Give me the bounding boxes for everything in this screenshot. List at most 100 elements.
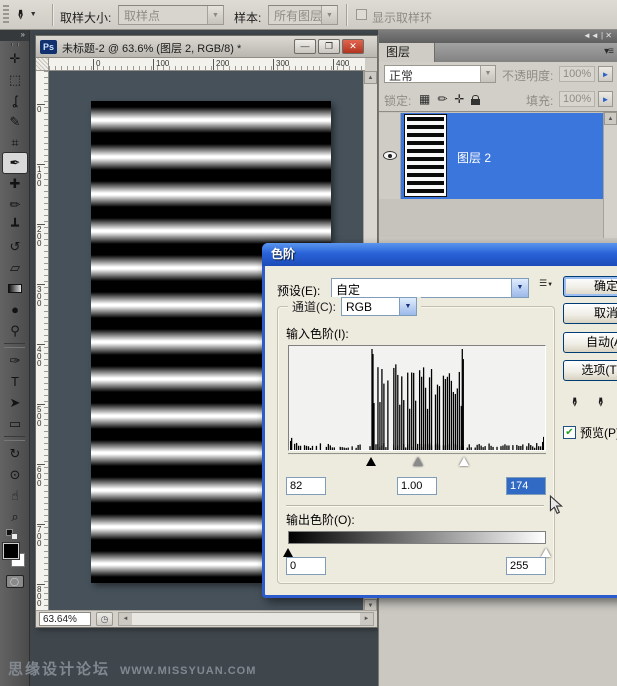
input-gamma-field[interactable]: 1.00 (397, 477, 437, 495)
layer-visibility-eye-icon[interactable] (383, 151, 397, 160)
auto-button[interactable]: 自动(A) (563, 332, 617, 353)
maximize-icon: ❐ (324, 41, 334, 51)
chevron-down-icon: ▼ (480, 66, 495, 82)
tool-dodge-tool[interactable]: ⚲ (0, 320, 30, 341)
ruler-tick-label: 500 (37, 404, 45, 428)
shadow-slider[interactable] (366, 457, 377, 466)
tool-type-tool[interactable]: T (0, 371, 30, 392)
tool-rectangle-tool[interactable]: ▭ (0, 413, 30, 434)
tool-crop-tool[interactable]: ⌗ (0, 132, 30, 153)
preset-options-button[interactable]: ☰▼ (537, 279, 555, 295)
preset-select[interactable]: 自定 ▼ (331, 278, 529, 298)
input-slider-track (288, 453, 546, 467)
scroll-up-icon[interactable]: ▲ (364, 71, 377, 84)
panel-menu-icon[interactable]: ▾≡ (604, 46, 614, 57)
check-icon: ✔ (565, 427, 574, 438)
tool-hand-tool[interactable]: ☝ (0, 485, 30, 506)
current-tool-button[interactable]: ✒ ▼ (12, 4, 48, 25)
lock-pixels-icon[interactable]: ✏ (437, 92, 447, 106)
gamma-slider[interactable] (412, 457, 423, 466)
scroll-left-icon[interactable]: ◄ (119, 613, 132, 625)
eyedropper-buttons: ✒ ✒ ✒ (563, 392, 617, 412)
tool-rectangular-marquee-tool[interactable]: ⬚ (0, 69, 30, 90)
tool-eraser-tool[interactable]: ▱ (0, 257, 30, 278)
blend-mode-select[interactable]: 正常 ▼ (384, 65, 496, 83)
tools-grip[interactable] (0, 41, 29, 48)
levels-group-box: 通道(C): RGB ▼ 输入色阶(I): 82 1.00 174 输出色阶(O… (277, 297, 555, 584)
lock-all-icon[interactable] (471, 94, 481, 105)
scroll-up-icon[interactable]: ▲ (604, 112, 617, 125)
color-swatches (0, 541, 29, 573)
output-shadow-slider[interactable] (283, 548, 293, 557)
close-button[interactable]: ✕ (342, 39, 364, 54)
sample-size-select[interactable]: 取样点 ▼ (118, 5, 224, 25)
maximize-button[interactable]: ❐ (318, 39, 340, 54)
cancel-button[interactable]: 取消 (563, 303, 617, 324)
lock-position-icon[interactable]: ✛ (454, 92, 464, 106)
ruler-tick-label: 400 (333, 59, 349, 70)
mouse-cursor (548, 494, 564, 518)
tool-move-tool[interactable]: ✛ (0, 48, 30, 69)
zoom-level-field[interactable]: 63.64% (39, 612, 91, 626)
tool-healing-brush-tool[interactable]: ✚ (0, 173, 30, 194)
menu-lines-icon: ☰ (538, 278, 548, 288)
output-highlight-slider[interactable] (541, 548, 551, 557)
output-highlight-field[interactable]: 255 (506, 557, 546, 575)
layers-scrollbar[interactable]: ▲ (603, 112, 617, 238)
black-point-eyedropper-icon[interactable]: ✒ (562, 393, 582, 411)
tool-clone-stamp-tool[interactable]: ┻ (0, 215, 30, 236)
tool-eyedropper-tool[interactable]: ✒ (3, 153, 27, 173)
layer-row[interactable]: 图层 2 (379, 113, 603, 199)
highlight-slider[interactable] (458, 457, 469, 466)
dialog-body: 预设(E): 自定 ▼ ☰▼ 通道(C): RGB ▼ 输入色阶(I): 82 … (265, 266, 617, 595)
input-highlight-field[interactable]: 174 (506, 477, 546, 495)
fill-value[interactable]: 100% (559, 91, 595, 107)
quick-mask-button[interactable]: ◯ (5, 575, 24, 588)
dialog-title-bar[interactable]: 色阶 (262, 243, 617, 266)
ruler-tick-label: 100 (153, 59, 169, 70)
tool-3d-orbit-tool[interactable]: ⊙ (0, 464, 30, 485)
horizontal-scrollbar[interactable]: ◄ ► (118, 612, 374, 626)
options-bar-grip[interactable] (3, 5, 9, 25)
chevron-down-icon: ▼ (29, 11, 37, 18)
output-shadow-field[interactable]: 0 (286, 557, 326, 575)
tool-blur-tool[interactable]: ● (0, 299, 30, 320)
swap-colors-icon[interactable] (0, 527, 29, 541)
lock-transparency-icon[interactable]: ▦ (419, 92, 430, 106)
tab-layers[interactable]: 图层 (379, 43, 435, 62)
status-info-icon[interactable]: ◷ (96, 612, 113, 626)
selected-layer[interactable]: 图层 2 (401, 113, 603, 199)
tool-pen-tool[interactable]: ✑ (0, 350, 30, 371)
tool-brush-tool[interactable]: ✏ (0, 194, 30, 215)
tool-path-selection-tool[interactable]: ➤ (0, 392, 30, 413)
channel-select[interactable]: RGB ▼ (341, 297, 417, 316)
layer-name: 图层 2 (457, 151, 492, 165)
input-shadow-field[interactable]: 82 (286, 477, 326, 495)
show-sampling-ring-label: 显示取样环 (372, 11, 433, 25)
layer-thumbnail[interactable] (404, 114, 447, 197)
tool-history-brush-tool[interactable]: ↺ (0, 236, 30, 257)
tool-gradient-tool[interactable] (0, 278, 30, 299)
options-button[interactable]: 选项(T)... (563, 360, 617, 381)
opacity-label: 不透明度: (502, 69, 554, 83)
show-sampling-ring-checkbox[interactable] (356, 9, 367, 20)
scroll-right-icon[interactable]: ► (360, 613, 373, 625)
opacity-arrow-icon[interactable]: ► (598, 66, 613, 82)
ok-button[interactable]: 确定 (563, 276, 617, 297)
tool-lasso-tool[interactable]: ʆ (0, 90, 30, 111)
document-title-bar[interactable]: Ps 未标题-2 @ 63.6% (图层 2, RGB/8) * — ❐ ✕ (36, 36, 377, 58)
tool-zoom-tool[interactable]: ⌕ (0, 506, 30, 527)
gray-point-eyedropper-icon[interactable]: ✒ (588, 393, 608, 411)
minimize-button[interactable]: — (294, 39, 316, 54)
preview-checkbox[interactable]: ✔ (563, 426, 576, 439)
collapse-tools-icon[interactable]: » (0, 30, 29, 41)
foreground-color-swatch[interactable] (3, 543, 19, 559)
sample-select[interactable]: 所有图层 ▼ (268, 5, 338, 25)
opacity-value[interactable]: 100% (559, 66, 595, 82)
tool-3d-rotate-tool[interactable]: ↻ (0, 443, 30, 464)
tool-quick-selection-tool[interactable]: ✎ (0, 111, 30, 132)
panel-collapse-close-icons[interactable]: ◄◄ | ✕ (379, 30, 617, 43)
chevron-down-icon: ▼ (547, 282, 554, 288)
ruler-corner (36, 58, 49, 71)
fill-arrow-icon[interactable]: ► (598, 91, 613, 107)
